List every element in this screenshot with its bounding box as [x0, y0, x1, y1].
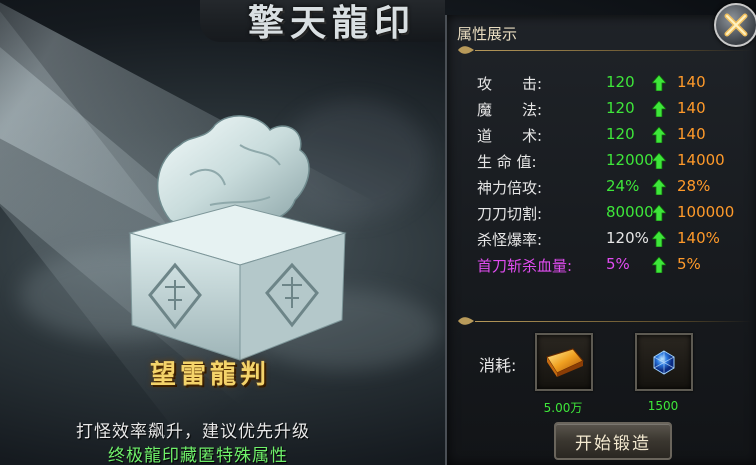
stat-next-value: 140: [677, 99, 706, 117]
stat-label: 杀怪爆率:: [477, 231, 543, 249]
stat-next-value: 140: [677, 125, 706, 143]
item-description-line-1: 打怪效率飙升，建议优先升级: [76, 422, 310, 442]
cost-slot-gold[interactable]: [535, 333, 593, 391]
stat-current-value: 120%: [606, 229, 649, 247]
stat-next-value: 140: [677, 73, 706, 91]
stat-row: 道 术: 120 140: [477, 125, 756, 147]
ornament-icon: [458, 317, 474, 325]
up-arrow-icon: [652, 153, 666, 169]
item-artwork: 擎天龍印 望雷龍判 打怪效率飙升，建议优先升级 终极龍印藏匿特殊属性: [0, 0, 445, 465]
up-arrow-icon: [652, 179, 666, 195]
close-button[interactable]: [714, 3, 756, 47]
blue-gem-icon: [653, 350, 675, 375]
divider-bottom: [457, 317, 752, 326]
stat-current-value: 120: [606, 73, 635, 91]
up-arrow-icon: [652, 101, 666, 117]
stat-row: 首刀斩杀血量: 5% 5%: [477, 255, 756, 277]
stat-label: 道 术:: [477, 127, 543, 145]
close-x-icon: [724, 13, 748, 37]
cost-amount-gold: 5.00万: [543, 401, 583, 415]
cost-label: 消耗:: [479, 356, 517, 375]
stat-row: 杀怪爆率: 120% 140%: [477, 229, 756, 251]
stat-next-value: 14000: [677, 151, 725, 169]
cost-amount-gem: 1500: [647, 399, 679, 413]
up-arrow-icon: [652, 127, 666, 143]
item-name: 望雷龍判: [150, 360, 271, 390]
item-description-line-2: 终极龍印藏匿特殊属性: [108, 446, 288, 465]
up-arrow-icon: [652, 75, 666, 91]
stat-current-value: 24%: [606, 177, 640, 195]
window-title: 擎天龍印: [248, 2, 417, 44]
stat-label: 首刀斩杀血量:: [477, 257, 573, 275]
stat-row: 刀刀切割: 80000 100000: [477, 203, 756, 225]
up-arrow-icon: [652, 231, 666, 247]
stat-row: 魔 法: 120 140: [477, 99, 756, 121]
stat-next-value: 5%: [677, 255, 701, 273]
up-arrow-icon: [652, 205, 666, 221]
stat-row: 攻 击: 120 140: [477, 73, 756, 95]
stat-label: 攻 击:: [477, 75, 543, 93]
stat-label: 刀刀切割:: [477, 205, 543, 223]
ornament-icon: [458, 46, 474, 54]
stat-next-value: 140%: [677, 229, 720, 247]
stat-current-value: 120: [606, 99, 635, 117]
stat-row: 生 命 值: 12000 14000: [477, 151, 756, 173]
gold-ingot-icon: [546, 348, 584, 377]
divider-top: [457, 46, 752, 55]
up-arrow-icon: [652, 257, 666, 273]
stat-label: 魔 法:: [477, 101, 543, 119]
stat-label: 生 命 值:: [477, 153, 537, 171]
stat-label: 神力倍攻:: [477, 179, 543, 197]
cost-slot-gem[interactable]: [635, 333, 693, 391]
stat-row: 神力倍攻: 24% 28%: [477, 177, 756, 199]
stat-current-value: 120: [606, 125, 635, 143]
seal-upgrade-window: 擎天龍印 望雷龍判 打怪效率飙升，建议优先升级 终极龍印藏匿特殊属性 属性展示 …: [0, 0, 756, 465]
attribute-panel: 属性展示 攻 击: 120 140 魔 法: 120 140 道 术: 120 140 生 命 值…: [445, 15, 756, 465]
start-forge-button[interactable]: 开始锻造: [554, 422, 672, 460]
stat-next-value: 28%: [677, 177, 711, 195]
stat-next-value: 100000: [677, 203, 735, 221]
stat-current-value: 5%: [606, 255, 630, 273]
stat-current-value: 12000: [606, 151, 654, 169]
panel-header: 属性展示: [457, 25, 518, 43]
stat-current-value: 80000: [606, 203, 654, 221]
dragon-seal-image: [128, 115, 347, 361]
